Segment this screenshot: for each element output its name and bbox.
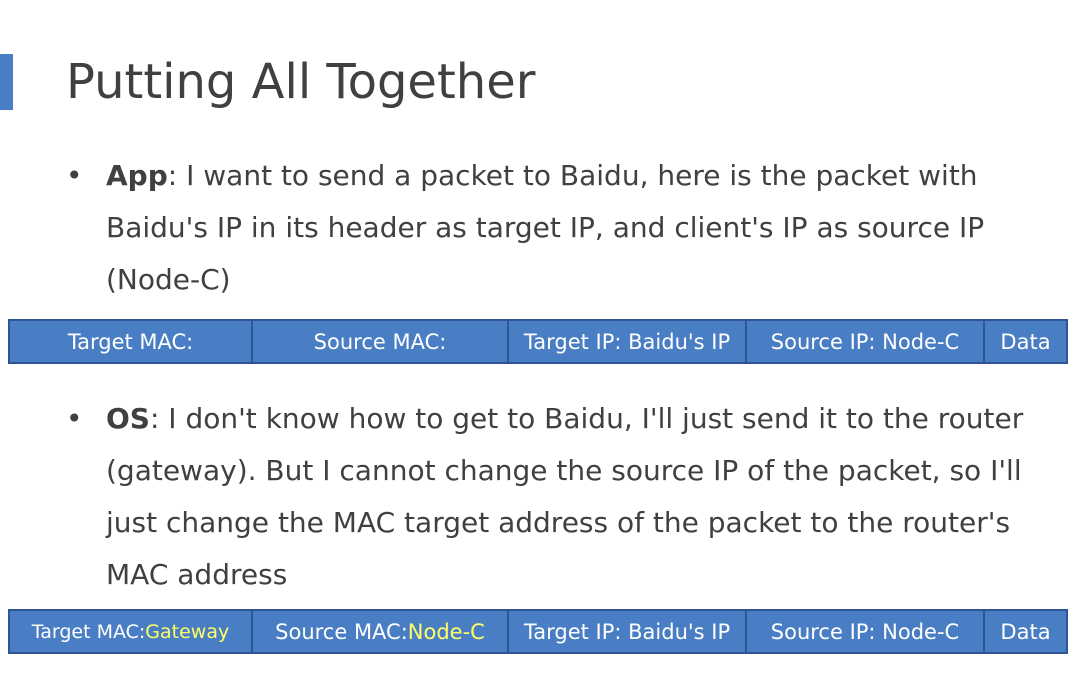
packet-field-target-ip: Target IP: Baidu's IP [509,321,747,362]
bullet-marker: • [66,402,83,435]
source-mac-label: Source MAC: [275,619,408,644]
packet-field-source-ip: Source IP: Node-C [747,321,985,362]
packet-field-target-ip: Target IP: Baidu's IP [509,611,747,652]
bullet-marker: • [66,159,83,192]
packet-diagram-os: Target MAC: Gateway Source MAC: Node-C T… [8,609,1068,654]
slide-title: Putting All Together [66,54,536,110]
bullet-label: App [106,159,168,192]
bullet-os: • OS: I don't know how to get to Baidu, … [66,393,1026,601]
bullet-app: • App: I want to send a packet to Baidu,… [66,150,1026,306]
bullet-label: OS [106,402,150,435]
target-mac-label: Target MAC: [67,329,194,354]
target-mac-label: Target MAC: [31,620,146,643]
bullet-text: App: I want to send a packet to Baidu, h… [106,150,1026,306]
bullet-body: : I don't know how to get to Baidu, I'll… [106,402,1024,591]
packet-field-target-mac: Target MAC: Gateway [10,611,253,652]
bullet-body: : I want to send a packet to Baidu, here… [106,159,985,296]
packet-field-data: Data [1000,619,1051,644]
packet-field-source-mac: Source MAC: Node-C [253,611,509,652]
packet-field-target-mac: Target MAC: [10,321,253,362]
packet-field-source-mac: Source MAC: [253,321,509,362]
source-mac-label: Source MAC: [313,329,447,354]
packet-field-source-ip: Source IP: Node-C [747,611,985,652]
title-accent-bar [0,54,13,110]
target-mac-value: Gateway [145,620,230,643]
packet-diagram-app: Target MAC: Source MAC: Target IP: Baidu… [8,319,1068,364]
source-mac-value: Node-C [407,619,485,644]
bullet-text: OS: I don't know how to get to Baidu, I'… [106,393,1026,601]
packet-field-data: Data [1000,329,1051,354]
